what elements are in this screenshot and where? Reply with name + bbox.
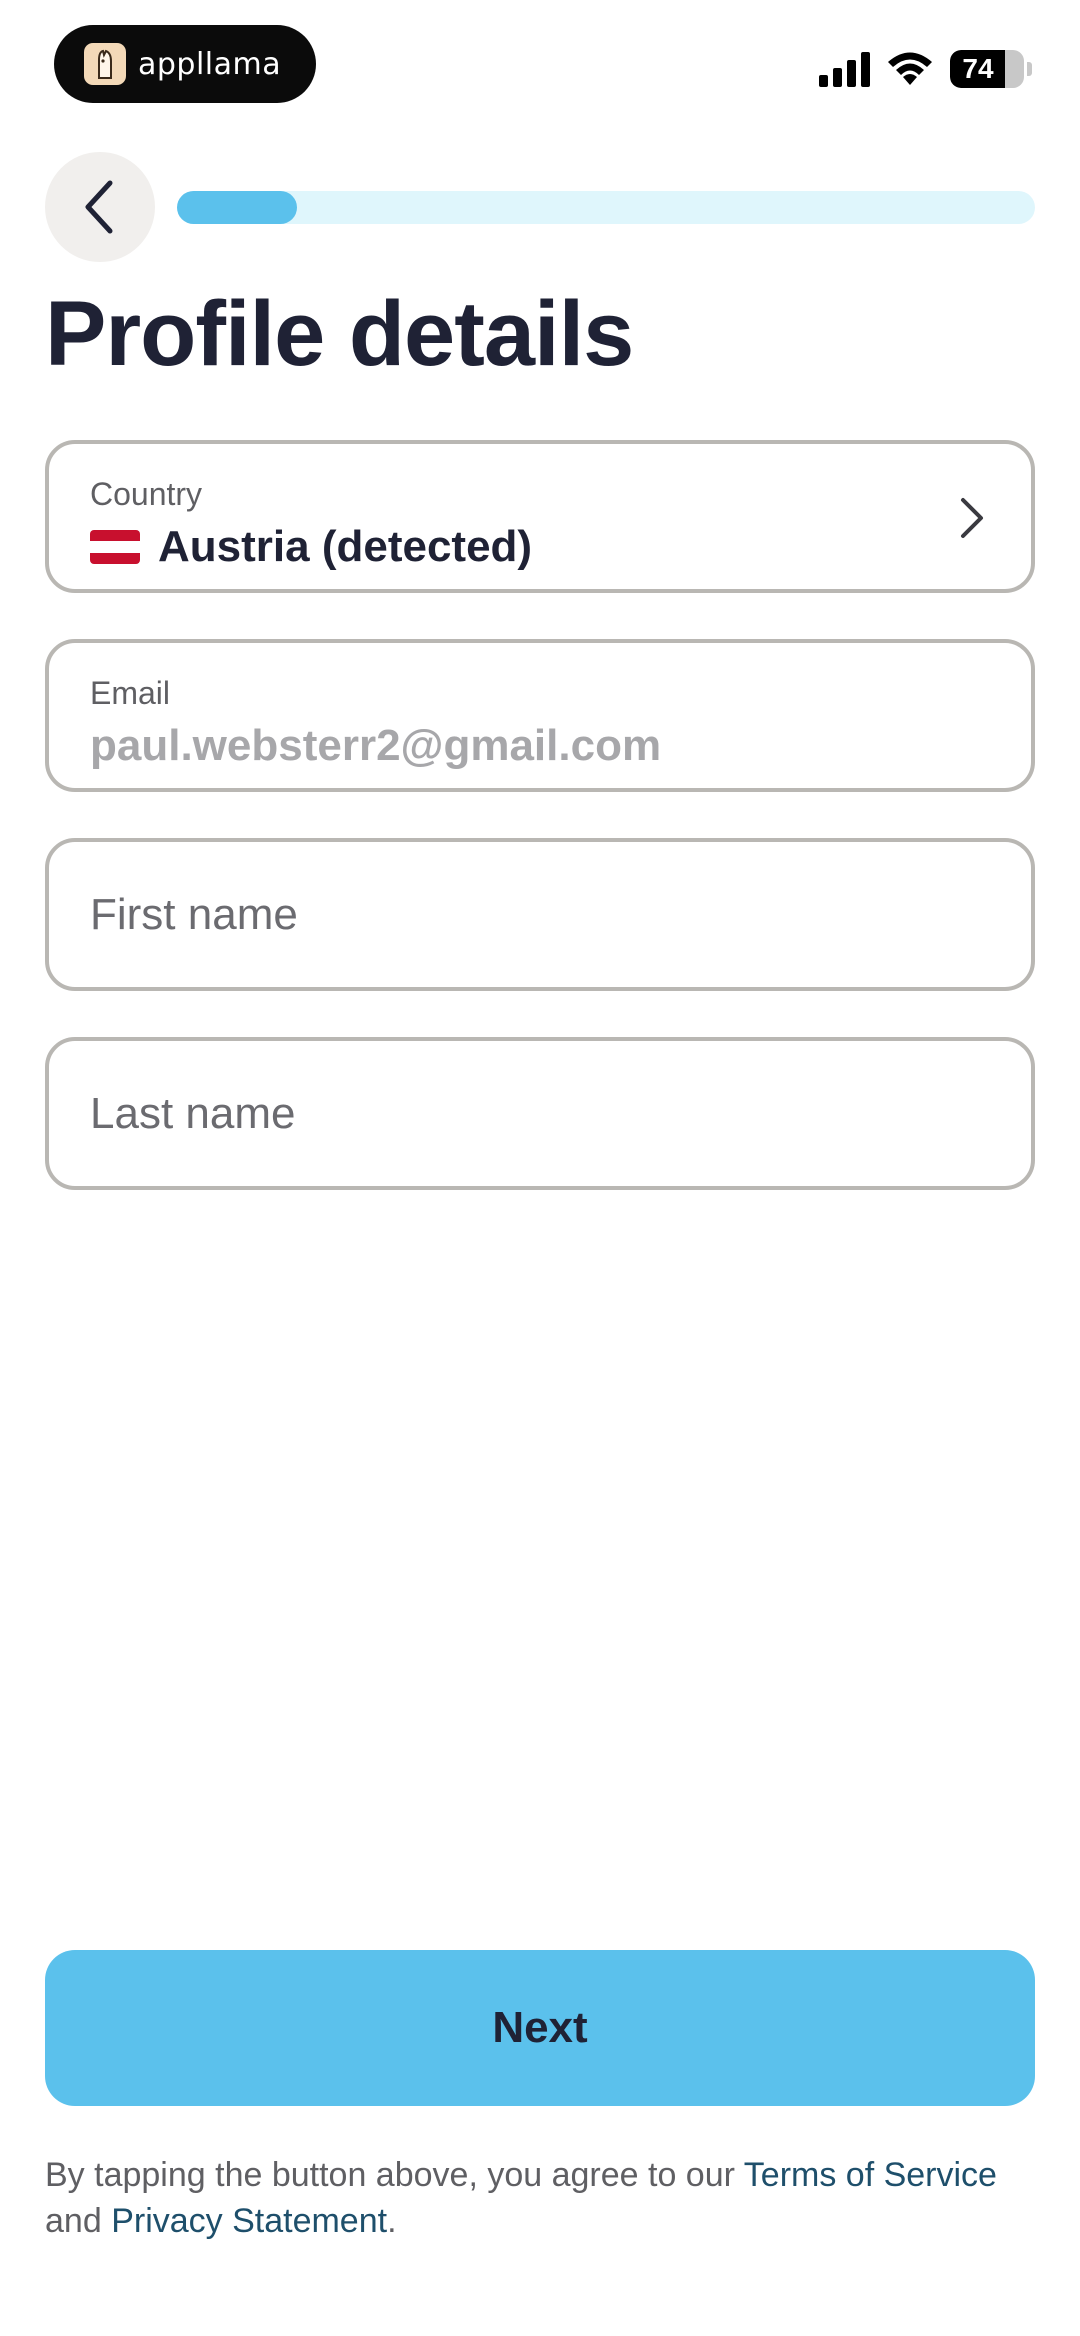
cellular-signal-icon [819,51,870,87]
privacy-statement-link[interactable]: Privacy Statement [111,2202,387,2240]
app-indicator-pill[interactable]: appllama [54,25,316,103]
country-selector[interactable]: Country Austria (detected) [45,440,1035,593]
page-title: Profile details [45,283,634,385]
first-name-input[interactable] [90,842,990,987]
legal-prefix: By tapping the button above, you agree t… [45,2156,744,2194]
battery-level: 74 [962,53,994,84]
legal-text: By tapping the button above, you agree t… [45,2152,1035,2244]
llama-icon [84,43,126,85]
email-label: Email [90,675,171,711]
first-name-field-container [45,838,1035,991]
legal-middle: and [45,2202,112,2240]
last-name-input[interactable] [90,1041,990,1186]
progress-bar [177,191,1035,224]
status-icons: 74 [819,50,1032,88]
back-button[interactable] [45,152,155,262]
country-label: Country [90,476,203,512]
last-name-field-container [45,1037,1035,1190]
terms-of-service-link[interactable]: Terms of Service [744,2156,997,2194]
email-value: paul.websterr2@gmail.com [90,721,662,770]
wifi-icon [888,52,932,85]
progress-bar-fill [177,191,298,224]
email-field[interactable]: Email paul.websterr2@gmail.com [45,639,1035,792]
chevron-left-icon [85,180,113,234]
next-button[interactable]: Next [45,1950,1035,2106]
country-name: Austria (detected) [158,522,533,571]
app-name: appllama [138,46,282,82]
country-value: Austria (detected) [90,522,532,572]
chevron-right-icon [961,498,983,538]
battery-icon: 74 [950,50,1024,88]
legal-suffix: . [387,2202,397,2240]
austria-flag-icon [90,530,140,564]
